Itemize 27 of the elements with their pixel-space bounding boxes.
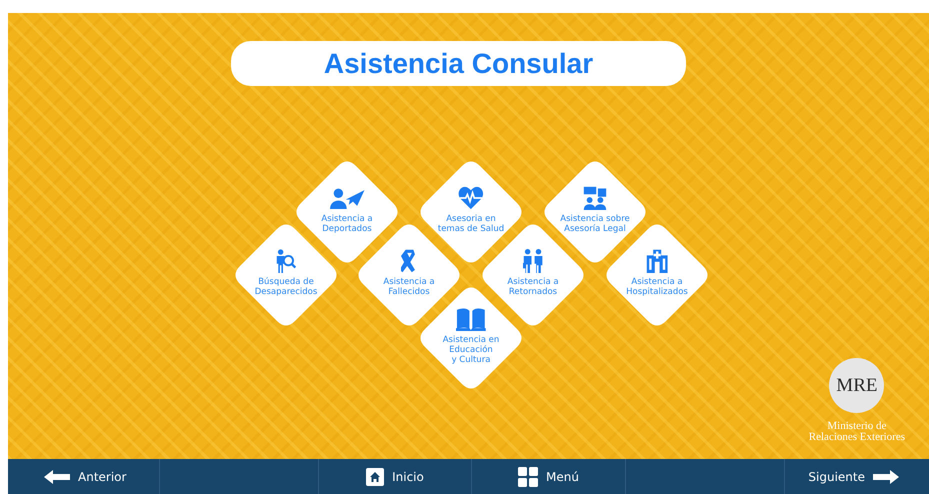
service-label: Asistencia sobre Asesoría Legal (560, 214, 630, 234)
person-with-plane-icon (328, 186, 366, 210)
next-button[interactable]: Siguiente (806, 468, 901, 486)
service-label: Asistencia a Deportados (321, 214, 373, 234)
service-label: Asistencia a Fallecidos (383, 277, 435, 297)
home-button[interactable]: Inicio (364, 466, 426, 488)
heart-pulse-icon (458, 186, 484, 210)
open-book-icon (456, 307, 486, 331)
logo-emblem: MRE (829, 358, 884, 413)
service-label: Asistencia a Retornados (507, 277, 559, 297)
two-people-icon (522, 249, 544, 273)
page-title: Asistencia Consular (324, 48, 594, 80)
ministry-name: Ministerio de Relaciones Exteriores (808, 421, 905, 443)
grid-menu-icon (518, 466, 538, 486)
service-label: Asistencia a Hospitalizados (626, 277, 688, 297)
people-chat-icon (583, 186, 607, 210)
left-arrow-icon (44, 470, 70, 484)
service-label: Asesoria en temas de Salud (438, 214, 504, 234)
previous-button[interactable]: Anterior (42, 468, 128, 486)
menu-button[interactable]: Menú (516, 464, 581, 488)
hospital-building-icon (646, 249, 668, 273)
person-magnifier-icon (276, 249, 296, 273)
home-icon (366, 468, 384, 486)
right-arrow-icon (873, 470, 899, 484)
service-label: Búsqueda de Desaparecidos (254, 277, 318, 297)
ribbon-icon (401, 249, 417, 273)
service-label: Asistencia en Educación y Cultura (442, 335, 500, 365)
